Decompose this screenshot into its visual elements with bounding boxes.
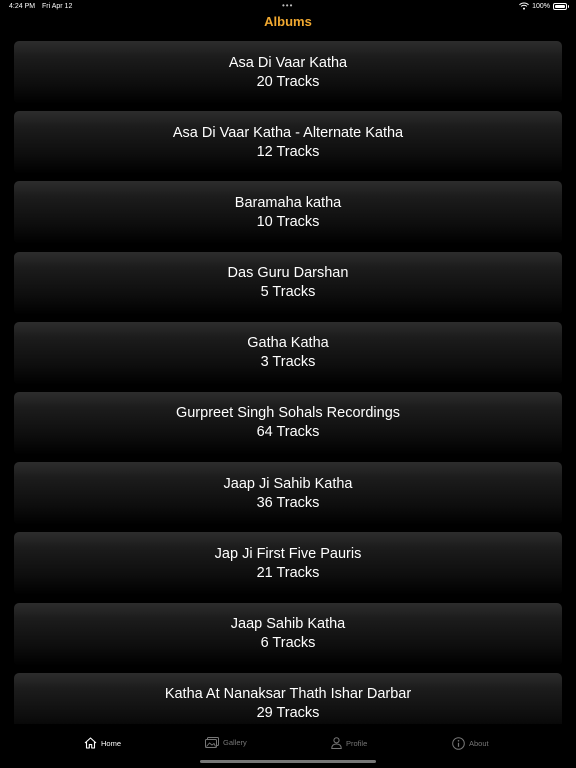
album-card[interactable]: Baramaha katha 10 Tracks bbox=[14, 181, 562, 245]
album-track-count: 5 Tracks bbox=[260, 284, 316, 301]
album-track-count: 29 Tracks bbox=[256, 705, 320, 722]
battery-icon bbox=[553, 2, 569, 10]
album-title: Das Guru Darshan bbox=[227, 265, 349, 282]
album-track-count: 36 Tracks bbox=[256, 494, 320, 511]
album-track-count: 64 Tracks bbox=[256, 424, 320, 441]
album-track-count: 6 Tracks bbox=[260, 635, 316, 651]
status-indicators: 100% bbox=[519, 2, 569, 10]
tab-bar: Home Gallery Profile About bbox=[0, 728, 576, 768]
album-card[interactable]: Katha At Nanaksar Thath Ishar Darbar 29 T… bbox=[14, 672, 562, 724]
album-card[interactable]: Jaap Sahib Katha 6 Tracks bbox=[14, 602, 562, 666]
album-title: Katha At Nanaksar Thath Ishar Darbar bbox=[164, 686, 412, 703]
album-card[interactable]: Das Guru Darshan 5 Tracks bbox=[14, 251, 562, 315]
album-card[interactable]: Jaap Ji Sahib Katha 36 Tracks bbox=[14, 462, 562, 526]
album-title: Jaap Ji Sahib Katha bbox=[223, 475, 353, 492]
album-card[interactable]: Gurpreet Singh Sohals Recordings 64 Track… bbox=[14, 391, 562, 455]
album-title: Jap Ji First Five Pauris bbox=[214, 545, 362, 562]
battery-percent: 100% bbox=[532, 2, 550, 10]
status-time: 4:24 PM bbox=[9, 3, 36, 10]
tab-profile[interactable]: Profile bbox=[331, 737, 367, 749]
status-bar: 4:24 PM Fri Apr 12 ••• 100% bbox=[0, 0, 576, 14]
tab-gallery[interactable]: Gallery bbox=[205, 737, 247, 748]
status-date: Fri Apr 12 bbox=[42, 3, 73, 10]
info-icon bbox=[452, 737, 465, 750]
tab-label: Gallery bbox=[223, 738, 247, 747]
album-track-count: 21 Tracks bbox=[256, 564, 320, 581]
album-card[interactable]: Asa Di Vaar Katha 20 Tracks bbox=[14, 41, 562, 104]
tab-label: Home bbox=[101, 738, 122, 748]
album-track-count: 10 Tracks bbox=[256, 213, 320, 230]
page-title: Albums bbox=[264, 14, 312, 29]
album-list[interactable]: Asa Di Vaar Katha 20 Tracks Asa Di Vaar Ka… bbox=[14, 41, 562, 724]
tab-about[interactable]: About bbox=[452, 737, 489, 750]
person-icon bbox=[331, 737, 342, 749]
album-card[interactable]: Asa Di Vaar Katha - Alternate Katha 12 Tr… bbox=[14, 111, 562, 175]
album-track-count: 3 Tracks bbox=[260, 354, 316, 371]
home-indicator[interactable] bbox=[200, 760, 376, 763]
multitasking-dots[interactable]: ••• bbox=[282, 1, 293, 10]
tab-label: About bbox=[469, 739, 489, 748]
album-title: Gatha Katha bbox=[247, 335, 329, 352]
album-title: Jaap Sahib Katha bbox=[230, 616, 346, 632]
album-title: Gurpreet Singh Sohals Recordings bbox=[175, 405, 401, 422]
album-title: Asa Di Vaar Katha bbox=[228, 54, 348, 71]
gallery-icon bbox=[205, 737, 219, 748]
album-title: Baramaha katha bbox=[234, 194, 342, 211]
album-track-count: 12 Tracks bbox=[256, 143, 320, 160]
house-icon bbox=[84, 737, 97, 749]
wifi-icon bbox=[519, 2, 529, 10]
album-card[interactable]: Gatha Katha 3 Tracks bbox=[14, 321, 562, 385]
album-card[interactable]: Jap Ji First Five Pauris 21 Tracks bbox=[14, 532, 562, 596]
album-title: Asa Di Vaar Katha - Alternate Katha bbox=[172, 124, 404, 141]
tab-label: Profile bbox=[346, 738, 368, 748]
album-track-count: 20 Tracks bbox=[256, 73, 320, 90]
tab-home[interactable]: Home bbox=[84, 737, 121, 749]
